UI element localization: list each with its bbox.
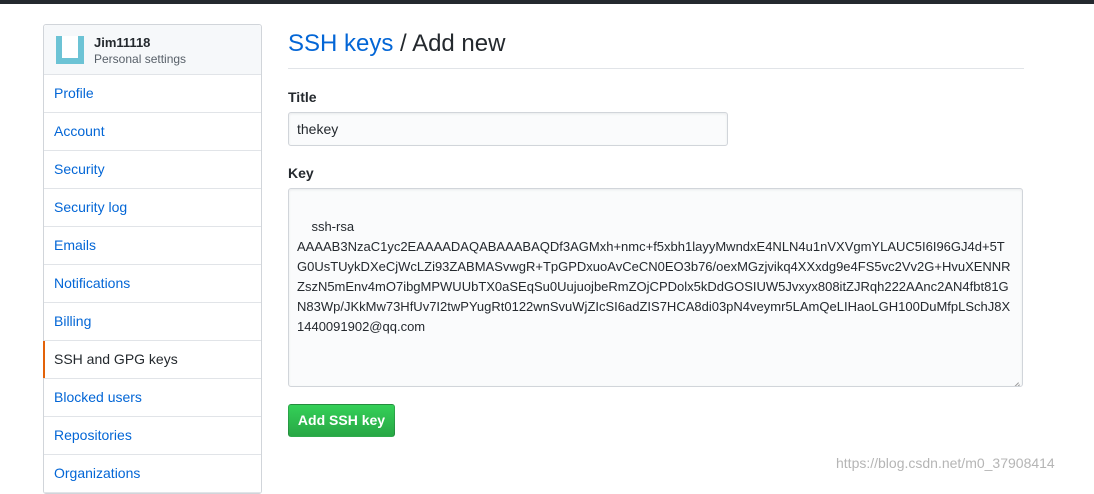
- title-label: Title: [288, 89, 317, 105]
- profile-header[interactable]: Jim11118 Personal settings: [44, 25, 261, 75]
- breadcrumb-separator: /: [400, 30, 407, 57]
- top-header-bar: [0, 0, 1094, 4]
- sidebar-item-security[interactable]: Security: [44, 151, 261, 189]
- main-content: SSH keys / Add new Title Key ssh-rsa AAA…: [288, 24, 1024, 437]
- key-textarea[interactable]: ssh-rsa AAAAB3NzaC1yc2EAAAADAQABAAABAQDf…: [288, 188, 1023, 387]
- key-textarea-value: ssh-rsa AAAAB3NzaC1yc2EAAAADAQABAAABAQDf…: [297, 219, 1011, 334]
- sidebar-item-notifications[interactable]: Notifications: [44, 265, 261, 303]
- sidebar-item-repositories[interactable]: Repositories: [44, 417, 261, 455]
- sidebar-item-emails[interactable]: Emails: [44, 227, 261, 265]
- sidebar-item-profile[interactable]: Profile: [44, 75, 261, 113]
- personal-settings-label: Personal settings: [94, 52, 187, 66]
- sidebar-item-organizations[interactable]: Organizations: [44, 455, 261, 493]
- key-label: Key: [288, 165, 314, 181]
- page-title: SSH keys / Add new: [288, 24, 1024, 69]
- breadcrumb-ssh-keys-link[interactable]: SSH keys: [288, 30, 393, 57]
- sidebar-item-ssh-gpg-keys[interactable]: SSH and GPG keys: [43, 341, 261, 379]
- title-input[interactable]: [288, 112, 728, 146]
- watermark: https://blog.csdn.net/m0_37908414: [836, 455, 1055, 471]
- add-ssh-key-button[interactable]: Add SSH key: [288, 404, 395, 437]
- sidebar-item-billing[interactable]: Billing: [44, 303, 261, 341]
- sidebar-item-account[interactable]: Account: [44, 113, 261, 151]
- resize-handle-icon[interactable]: [1011, 375, 1019, 383]
- sidebar-item-security-log[interactable]: Security log: [44, 189, 261, 227]
- username: Jim11118: [94, 35, 151, 50]
- breadcrumb-current: Add new: [412, 30, 506, 57]
- settings-sidebar: Jim11118 Personal settings Profile Accou…: [43, 24, 262, 494]
- sidebar-item-blocked-users[interactable]: Blocked users: [44, 379, 261, 417]
- avatar: [56, 36, 84, 64]
